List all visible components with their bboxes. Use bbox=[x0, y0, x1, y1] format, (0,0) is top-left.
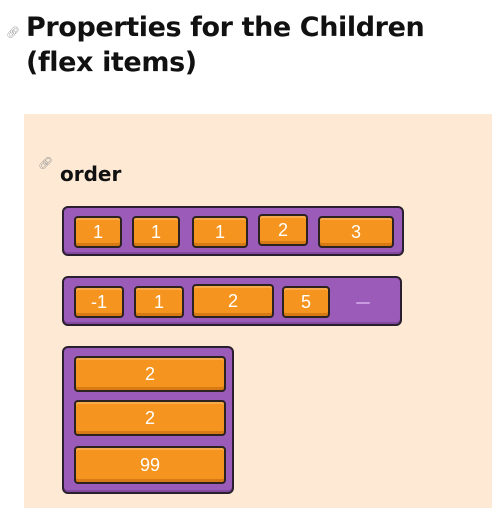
flex-container-row-2: -1 1 2 5 bbox=[62, 276, 402, 326]
flex-item: 99 bbox=[74, 446, 226, 484]
flex-item: 2 bbox=[74, 356, 226, 392]
flex-item: 3 bbox=[318, 216, 394, 248]
flex-item: 2 bbox=[74, 400, 226, 436]
sketch-mark bbox=[356, 302, 370, 304]
flex-item: 1 bbox=[74, 216, 122, 248]
flex-item: 2 bbox=[258, 214, 308, 246]
flex-item: 1 bbox=[132, 216, 180, 248]
page-title: Properties for the Children (flex items) bbox=[26, 12, 425, 78]
link-icon[interactable]: 🔗︎ bbox=[38, 157, 53, 169]
flex-container-row-1: 1 1 1 2 3 bbox=[62, 206, 404, 256]
section-title: order bbox=[60, 162, 122, 186]
flex-item: 2 bbox=[192, 284, 274, 318]
link-icon[interactable]: 🔗︎ bbox=[6, 28, 20, 39]
flex-item: 1 bbox=[192, 216, 248, 248]
page: 🔗︎ Properties for the Children (flex ite… bbox=[0, 0, 492, 508]
flex-item: -1 bbox=[74, 286, 124, 318]
flex-container-column: 2 2 99 bbox=[62, 346, 234, 494]
flex-item: 1 bbox=[134, 286, 184, 318]
flex-item: 5 bbox=[282, 286, 330, 318]
demo-panel: 🔗︎ order 1 1 1 2 3 -1 1 2 5 2 2 99 bbox=[24, 114, 492, 508]
